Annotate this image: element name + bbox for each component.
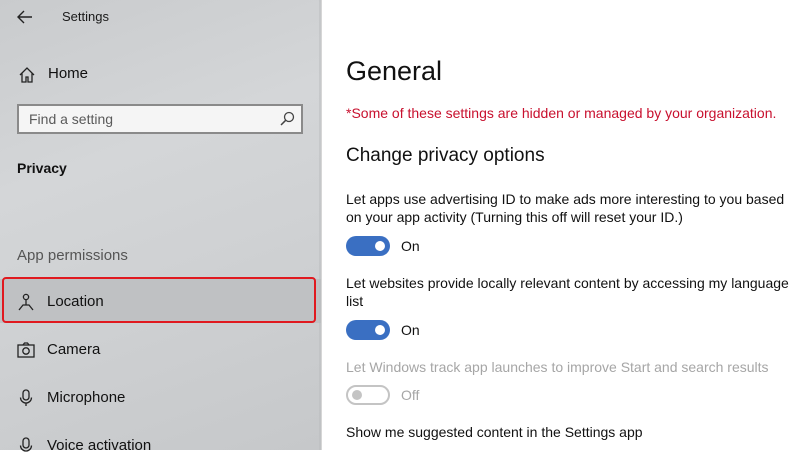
setting-description-app-launches: Let Windows track app launches to improv… [346,359,769,375]
sidebar-item-camera[interactable]: Camera [0,327,321,371]
sidebar: Settings Home Privacy App permissions Lo… [0,0,322,454]
back-arrow-icon [17,10,32,24]
toggle-state-label: On [401,322,420,338]
toggle-state-label: Off [401,387,420,403]
sidebar-item-voice-activation[interactable]: Voice activation [0,423,321,467]
toggle-knob [375,241,385,251]
setting-description-suggested-content: Show me suggested content in the Setting… [346,424,643,440]
sidebar-item-microphone[interactable]: Microphone [0,375,321,419]
sidebar-item-label: Microphone [47,389,126,406]
home-label: Home [48,65,89,82]
advertising-id-toggle[interactable] [346,236,390,256]
main-content: General *Some of these settings are hidd… [322,0,800,450]
sidebar-item-label: Voice activation [47,437,152,454]
search-box [17,104,303,134]
group-title-app-permissions: App permissions [17,247,128,264]
toggle-knob [352,390,362,400]
app-launches-toggle [346,385,390,405]
search-icon[interactable] [278,110,296,128]
page-title: General [346,56,443,86]
window-title: Settings [62,9,109,24]
home-nav-item[interactable]: Home [0,58,321,90]
voice-activation-icon [19,437,33,452]
location-icon [18,293,34,311]
section-title-privacy: Privacy [17,160,67,176]
section-heading: Change privacy options [346,145,545,166]
sidebar-item-location[interactable]: Location [0,279,321,323]
back-button[interactable] [10,4,40,30]
setting-description-language-list: Let websites provide locally relevant co… [346,275,789,309]
microphone-icon [19,389,33,406]
home-icon [19,67,35,83]
title-bar: Settings [0,0,321,34]
camera-icon [17,342,35,358]
sidebar-item-label: Location [47,293,104,310]
sidebar-item-label: Camera [47,341,101,358]
setting-description-advertising-id: Let apps use advertising ID to make ads … [346,191,785,225]
toggle-knob [375,325,385,335]
organization-notice: *Some of these settings are hidden or ma… [346,105,777,121]
language-list-toggle[interactable] [346,320,390,340]
toggle-state-label: On [401,238,420,254]
search-input[interactable] [19,106,279,132]
